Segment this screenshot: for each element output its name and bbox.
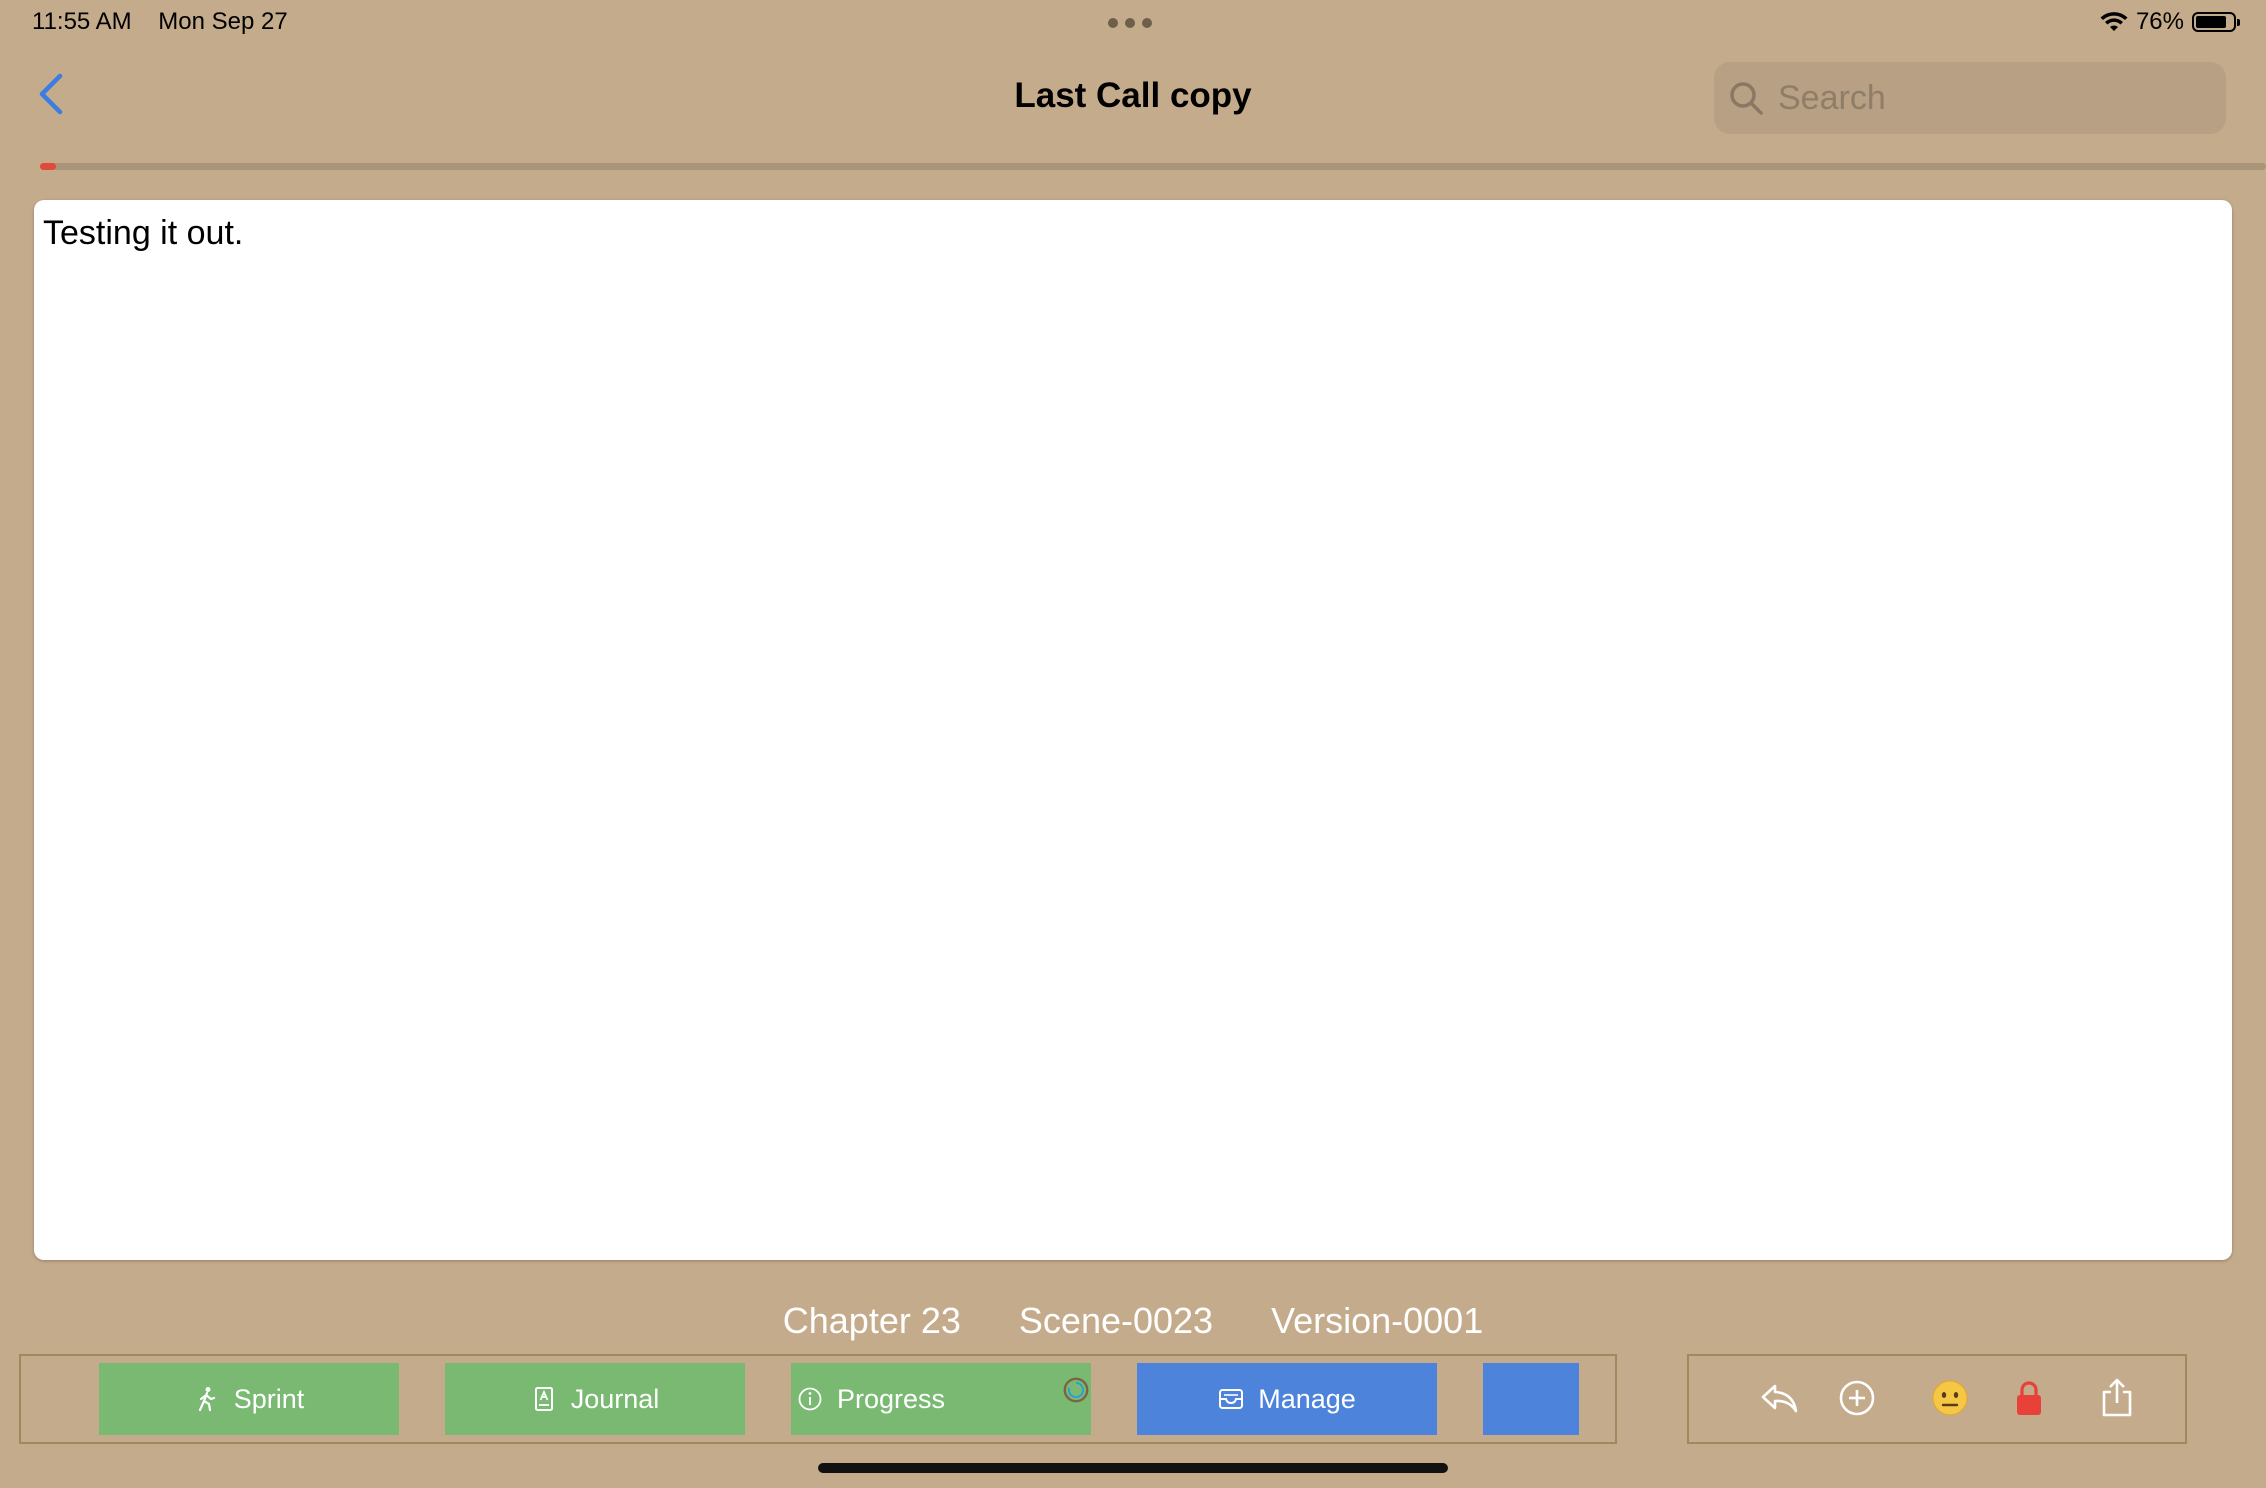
progress-button[interactable]: Progress bbox=[791, 1363, 1091, 1435]
scene-label: Scene-0023 bbox=[1018, 1300, 1214, 1341]
action-toolbar: Sprint Journal Progress Manage bbox=[19, 1354, 1617, 1444]
search-field[interactable] bbox=[1714, 62, 2226, 134]
battery-icon bbox=[2192, 12, 2240, 32]
progress-ring-icon bbox=[1063, 1377, 1089, 1403]
wifi-icon bbox=[2100, 12, 2128, 31]
multitasking-dots[interactable] bbox=[1108, 18, 1156, 30]
sprint-label: Sprint bbox=[233, 1383, 305, 1414]
tray-icon bbox=[1219, 1389, 1244, 1409]
lock-icon bbox=[2017, 1381, 2041, 1415]
status-time: 11:55 AM bbox=[32, 8, 132, 35]
share-button[interactable] bbox=[2093, 1374, 2141, 1422]
journal-icon bbox=[534, 1387, 553, 1411]
lock-button[interactable] bbox=[2005, 1374, 2053, 1422]
quick-actions-toolbar bbox=[1687, 1354, 2187, 1444]
status-bar-right: 76% bbox=[2100, 8, 2240, 36]
mood-button[interactable] bbox=[1926, 1374, 1974, 1422]
reply-button[interactable] bbox=[1755, 1374, 1803, 1422]
info-icon bbox=[798, 1387, 822, 1411]
home-indicator[interactable] bbox=[818, 1463, 1448, 1473]
journal-button[interactable]: Journal bbox=[445, 1363, 745, 1435]
version-label: Version-0001 bbox=[1271, 1300, 1484, 1341]
text-editor[interactable]: Testing it out. bbox=[34, 200, 2232, 1260]
status-date: Mon Sep 27 bbox=[158, 8, 288, 35]
neutral-face-icon bbox=[1932, 1380, 1968, 1416]
reply-icon bbox=[1761, 1384, 1798, 1413]
editor-text[interactable]: Testing it out. bbox=[43, 214, 243, 253]
search-icon bbox=[1730, 82, 1763, 115]
share-icon bbox=[2102, 1378, 2132, 1417]
chapter-label: Chapter 23 bbox=[782, 1300, 961, 1341]
search-input[interactable] bbox=[1776, 77, 2200, 119]
plus-circle-icon bbox=[1839, 1380, 1875, 1416]
document-progress-track bbox=[40, 163, 2266, 170]
manage-button[interactable]: Manage bbox=[1137, 1363, 1437, 1435]
document-progress-fill bbox=[40, 163, 56, 170]
figure-walk-icon bbox=[198, 1387, 215, 1412]
more-toolbar-button[interactable] bbox=[1483, 1363, 1579, 1435]
sprint-button[interactable]: Sprint bbox=[99, 1363, 399, 1435]
manage-label: Manage bbox=[1258, 1383, 1356, 1414]
status-bar-left: 11:55 AM Mon Sep 27 bbox=[32, 8, 308, 36]
progress-label: Progress bbox=[837, 1383, 946, 1414]
document-meta: Chapter 23 Scene-0023 Version-0001 bbox=[0, 1300, 2266, 1342]
add-button[interactable] bbox=[1833, 1374, 1881, 1422]
journal-label: Journal bbox=[570, 1383, 660, 1414]
battery-percent: 76% bbox=[2135, 8, 2184, 35]
